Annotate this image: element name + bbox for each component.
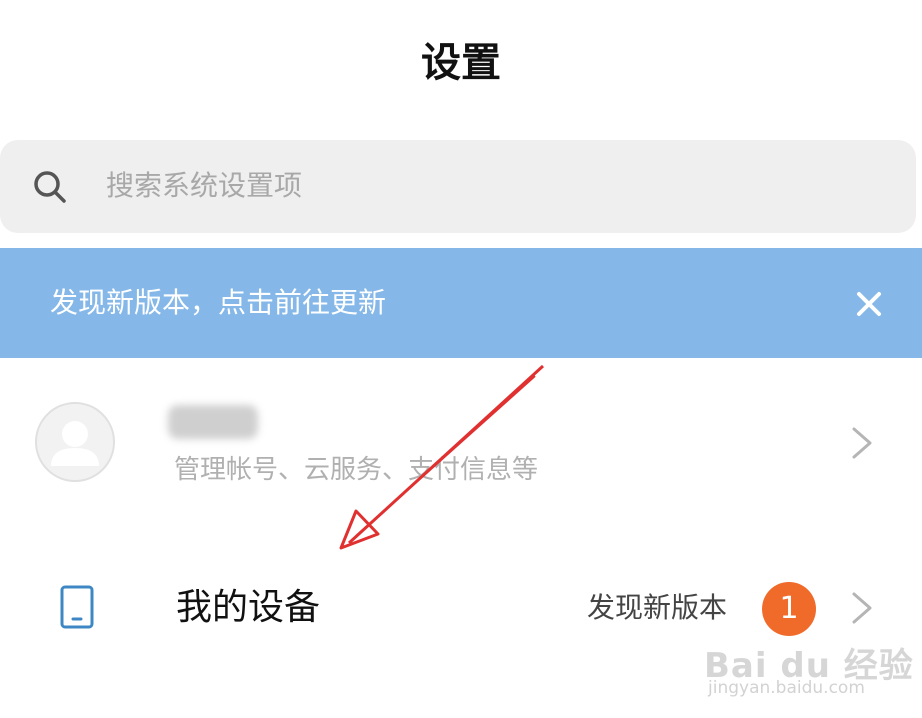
- page-title: 设置: [421, 40, 501, 86]
- chevron-right-icon[interactable]: [848, 588, 876, 628]
- account-row[interactable]: [0, 360, 922, 530]
- watermark-url: jingyan.baidu.com: [708, 678, 865, 698]
- search-input-placeholder[interactable]: 搜索系统设置项: [106, 166, 302, 206]
- close-icon[interactable]: [850, 285, 888, 323]
- account-name-redacted: [168, 405, 258, 439]
- update-banner-text[interactable]: 发现新版本，点击前往更新: [50, 283, 386, 323]
- chevron-right-icon[interactable]: [848, 423, 876, 463]
- account-description: 管理帐号、云服务、支付信息等: [174, 455, 539, 485]
- avatar-placeholder-icon: [35, 402, 115, 482]
- tablet-icon: [60, 585, 94, 629]
- my-device-label[interactable]: 我的设备: [176, 586, 320, 630]
- notification-badge: 1: [762, 582, 816, 636]
- search-icon: [34, 171, 66, 203]
- device-update-status: 发现新版本: [587, 591, 728, 624]
- update-banner[interactable]: 发现新版本，点击前往更新: [0, 248, 922, 358]
- search-bar[interactable]: 搜索系统设置项: [0, 140, 916, 233]
